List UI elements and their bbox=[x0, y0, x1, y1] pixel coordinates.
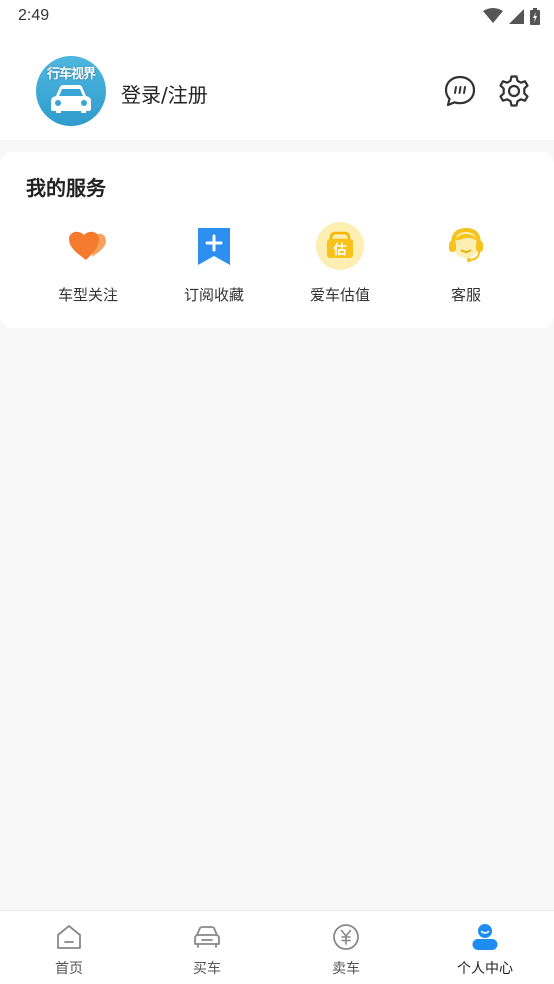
car-logo-icon bbox=[51, 85, 91, 113]
nav-profile[interactable]: 个人中心 bbox=[416, 911, 554, 984]
chat-bubble-icon[interactable] bbox=[443, 74, 477, 108]
person-icon bbox=[472, 924, 498, 950]
nav-sell-car[interactable]: 卖车 bbox=[277, 911, 415, 984]
signal-icon bbox=[509, 8, 524, 24]
services-title: 我的服务 bbox=[26, 176, 106, 200]
headset-icon bbox=[449, 227, 483, 263]
nav-buy-car[interactable]: 买车 bbox=[138, 911, 276, 984]
yen-coin-icon bbox=[333, 924, 359, 950]
bottom-nav: 首页 买车 卖车 个人中心 bbox=[0, 910, 554, 984]
service-customer-support[interactable]: 客服 bbox=[406, 222, 526, 312]
service-car-follow[interactable]: 车型关注 bbox=[28, 222, 148, 312]
status-bar: 2:49 bbox=[0, 0, 554, 32]
nav-label: 买车 bbox=[193, 961, 221, 977]
service-label: 爱车估值 bbox=[309, 286, 370, 304]
svg-text:估: 估 bbox=[332, 242, 346, 258]
nav-label: 卖车 bbox=[332, 961, 360, 977]
valuation-icon: 估 bbox=[316, 222, 364, 270]
avatar-logo-text: 行车视界 bbox=[46, 67, 96, 82]
service-label: 订阅收藏 bbox=[183, 286, 244, 304]
bookmark-plus-icon bbox=[198, 228, 230, 265]
heart-icon bbox=[69, 231, 106, 260]
service-label: 客服 bbox=[450, 286, 481, 304]
service-label: 车型关注 bbox=[57, 286, 118, 304]
status-icons bbox=[483, 7, 540, 25]
my-services-card: 我的服务 车型关注 订阅收藏 估 爱车估值 客服 bbox=[0, 152, 554, 328]
nav-label: 个人中心 bbox=[457, 961, 513, 977]
profile-screen: 2:49 行车视界 登录/注册 我的服务 车型关注 订阅收藏 估 爱车估值 客服… bbox=[0, 0, 554, 984]
profile-header: 行车视界 登录/注册 bbox=[0, 32, 554, 140]
car-icon bbox=[194, 926, 220, 948]
wifi-icon bbox=[483, 8, 503, 23]
avatar[interactable]: 行车视界 bbox=[36, 56, 106, 126]
nav-label: 首页 bbox=[55, 961, 83, 977]
service-car-valuation[interactable]: 估 爱车估值 bbox=[280, 222, 400, 312]
gear-icon[interactable] bbox=[497, 74, 531, 108]
nav-home[interactable]: 首页 bbox=[0, 911, 138, 984]
battery-icon bbox=[530, 7, 540, 25]
login-register-link[interactable]: 登录/注册 bbox=[121, 79, 208, 108]
service-subscribe-favorites[interactable]: 订阅收藏 bbox=[154, 222, 274, 312]
home-icon bbox=[57, 925, 81, 949]
status-time: 2:49 bbox=[18, 7, 50, 24]
